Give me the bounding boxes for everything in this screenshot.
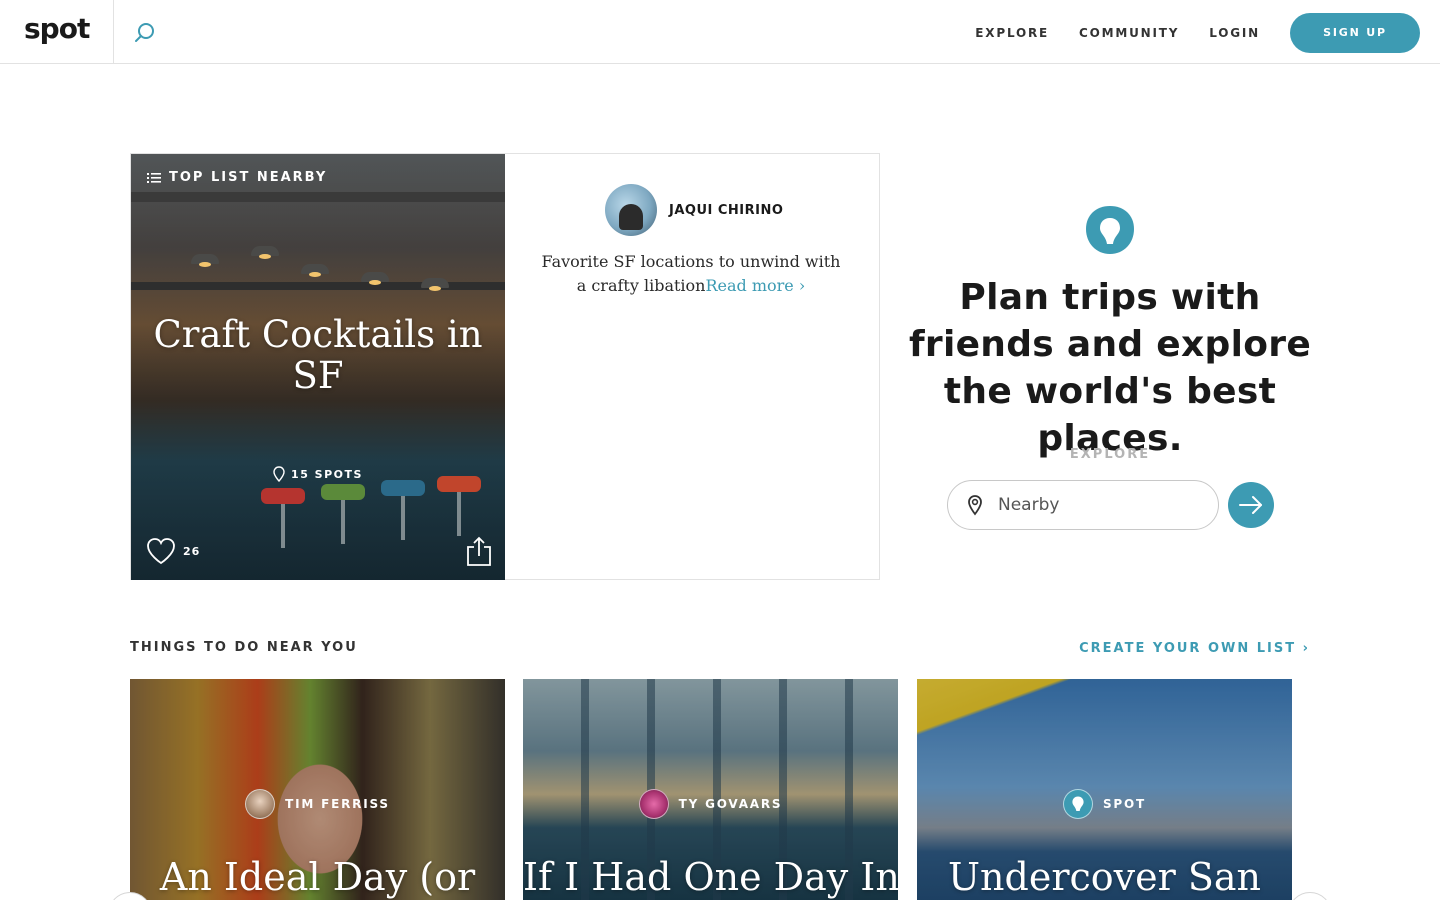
spot-pin-logo-icon bbox=[1086, 206, 1134, 254]
carousel-next-button[interactable] bbox=[1288, 892, 1332, 900]
card-author-name: SPOT bbox=[1102, 797, 1147, 811]
image-decor bbox=[191, 254, 219, 267]
card-title: If I Had One Day In bbox=[523, 855, 898, 899]
nav-explore[interactable]: EXPLORE bbox=[975, 13, 1049, 53]
image-decor bbox=[457, 492, 461, 536]
section-title: THINGS TO DO NEAR YOU bbox=[130, 640, 358, 655]
create-list-link[interactable]: CREATE YOUR OWN LIST › bbox=[1079, 641, 1310, 656]
like-button[interactable]: 26 bbox=[145, 536, 200, 566]
image-decor bbox=[381, 480, 425, 496]
avatar[interactable] bbox=[605, 184, 657, 236]
sign-up-button[interactable]: SIGN UP bbox=[1290, 13, 1420, 53]
featured-list-title[interactable]: Craft Cocktails in SF bbox=[151, 314, 485, 396]
card-author[interactable]: TIM FERRISS bbox=[130, 789, 505, 819]
read-more-link[interactable]: Read more › bbox=[705, 276, 805, 295]
map-pin-icon bbox=[273, 466, 285, 482]
top-list-tag: TOP LIST NEARBY bbox=[147, 170, 327, 185]
card-title: Undercover San bbox=[948, 855, 1261, 899]
image-decor bbox=[281, 504, 285, 548]
share-icon bbox=[467, 536, 491, 566]
image-decor bbox=[131, 192, 505, 202]
spot-logo[interactable]: spot bbox=[24, 12, 90, 45]
image-decor bbox=[401, 496, 405, 540]
card-author[interactable]: TY GOVAARS bbox=[523, 789, 898, 819]
list-card[interactable]: TIM FERRISS An Ideal Day (or bbox=[130, 679, 505, 900]
share-button[interactable] bbox=[465, 536, 493, 568]
image-decor bbox=[301, 264, 329, 277]
card-author[interactable]: SPOT bbox=[917, 789, 1292, 819]
featured-list-image[interactable]: TOP LIST NEARBY Craft Cocktails in SF 15… bbox=[131, 154, 505, 580]
nav-login[interactable]: LOGIN bbox=[1209, 13, 1260, 53]
featured-list-details: JAQUI CHIRINO Favorite SF locations to u… bbox=[505, 154, 880, 580]
image-decor bbox=[261, 488, 305, 504]
spot-count: 15 SPOTS bbox=[131, 466, 505, 482]
search-go-button[interactable] bbox=[1228, 482, 1274, 528]
list-card[interactable]: SPOT Undercover San bbox=[917, 679, 1292, 900]
search-button[interactable] bbox=[132, 20, 158, 46]
search-icon bbox=[135, 23, 154, 42]
image-decor bbox=[321, 484, 365, 500]
featured-description: Favorite SF locations to unwind with a c… bbox=[541, 250, 841, 298]
image-decor bbox=[421, 278, 449, 291]
like-count: 26 bbox=[183, 544, 201, 558]
location-search-input[interactable] bbox=[998, 495, 1198, 515]
arrow-right-icon bbox=[1239, 496, 1262, 514]
image-decor bbox=[251, 246, 279, 259]
heart-icon bbox=[147, 538, 175, 565]
header-divider bbox=[113, 0, 114, 64]
avatar bbox=[245, 789, 276, 819]
top-list-tag-label: TOP LIST NEARBY bbox=[169, 170, 328, 185]
image-decor bbox=[361, 272, 389, 285]
list-card[interactable]: TY GOVAARS If I Had One Day In bbox=[523, 679, 898, 900]
nav-community[interactable]: COMMUNITY bbox=[1079, 13, 1179, 53]
top-header: spot EXPLORE COMMUNITY LOGIN SIGN UP bbox=[0, 0, 1440, 64]
featured-list-card: TOP LIST NEARBY Craft Cocktails in SF 15… bbox=[130, 153, 880, 580]
card-title: An Ideal Day (or bbox=[159, 855, 476, 899]
explore-label: EXPLORE bbox=[1069, 447, 1151, 462]
card-author-name: TIM FERRISS bbox=[285, 797, 390, 811]
image-decor bbox=[341, 500, 345, 544]
main-nav: EXPLORE COMMUNITY LOGIN SIGN UP bbox=[975, 13, 1420, 53]
avatar bbox=[638, 789, 669, 819]
map-pin-icon bbox=[968, 495, 982, 516]
hero-title: Plan trips with friends and explore the … bbox=[908, 277, 1312, 459]
list-icon bbox=[147, 172, 161, 183]
author-name[interactable]: JAQUI CHIRINO bbox=[669, 203, 783, 218]
card-author-name: TY GOVAARS bbox=[678, 797, 783, 811]
spot-count-label: 15 SPOTS bbox=[291, 467, 363, 481]
author-row[interactable]: JAQUI CHIRINO bbox=[605, 184, 783, 236]
spot-pin-logo-icon bbox=[1062, 789, 1093, 819]
location-search-field[interactable] bbox=[947, 480, 1219, 530]
